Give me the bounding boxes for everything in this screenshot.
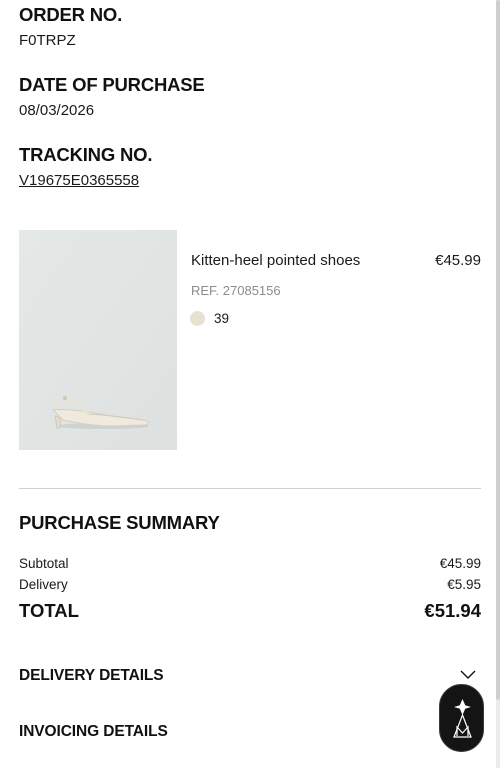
color-swatch	[190, 311, 205, 326]
product-image[interactable]	[19, 230, 177, 450]
product-size: 39	[214, 311, 230, 326]
order-number-block: ORDER NO. F0TRPZ	[19, 4, 122, 50]
total-label: TOTAL	[19, 600, 79, 621]
assistant-button[interactable]	[439, 684, 484, 752]
scrollbar[interactable]	[496, 0, 500, 768]
order-number-value: F0TRPZ	[19, 32, 76, 49]
divider	[19, 488, 481, 489]
product-reference: REF. 27085156	[191, 283, 281, 298]
tracking-number-link[interactable]: V19675E0365558	[19, 172, 139, 189]
product-price: €45.99	[435, 252, 481, 269]
delivery-details-header[interactable]: DELIVERY DETAILS	[19, 667, 164, 685]
purchase-date-label: DATE OF PURCHASE	[19, 74, 205, 95]
assistant-logo-icon	[453, 699, 472, 738]
delivery-label: Delivery	[19, 577, 68, 592]
chevron-down-icon[interactable]	[460, 670, 476, 680]
delivery-value: €5.95	[447, 577, 481, 592]
tracking-label: TRACKING NO.	[19, 144, 153, 165]
purchase-date-value: 08/03/2026	[19, 102, 95, 119]
product-name[interactable]: Kitten-heel pointed shoes	[191, 252, 360, 269]
shoe-image	[19, 230, 177, 450]
total-value: €51.94	[424, 600, 481, 621]
tracking-block: TRACKING NO. V19675E0365558	[19, 144, 152, 190]
invoicing-details-header[interactable]: INVOICING DETAILS	[19, 723, 168, 741]
order-number-label: ORDER NO.	[19, 4, 123, 25]
subtotal-label: Subtotal	[19, 556, 69, 571]
purchase-summary-title: PURCHASE SUMMARY	[19, 512, 220, 533]
purchase-date-block: DATE OF PURCHASE 08/03/2026	[19, 74, 205, 120]
subtotal-value: €45.99	[439, 556, 481, 571]
scrollbar-thumb[interactable]	[496, 0, 500, 700]
